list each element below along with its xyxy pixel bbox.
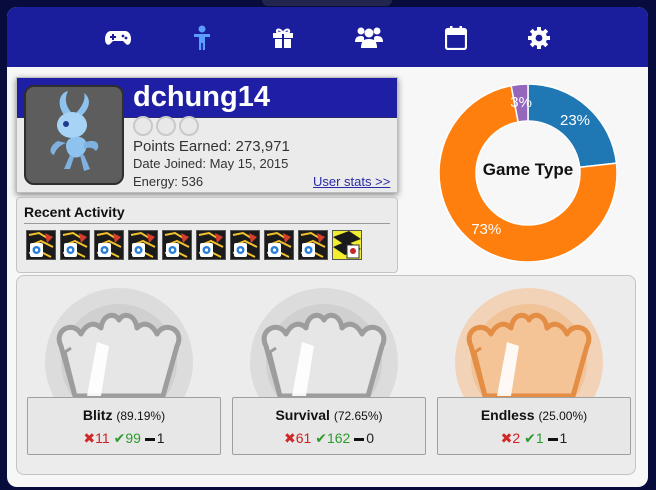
empty-badge-icon	[133, 116, 153, 136]
loss-count: 61	[295, 430, 312, 446]
win-icon: ✔	[113, 430, 126, 446]
badge-slots	[133, 116, 203, 138]
game-thumbnail-icon[interactable]	[26, 230, 56, 260]
draw-icon	[354, 437, 365, 441]
top-handle	[262, 0, 392, 6]
game-thumbnail-icon[interactable]	[162, 230, 192, 260]
mode-percent: (25.00%)	[538, 409, 588, 423]
draw-count: 1	[156, 430, 165, 446]
draw-count: 1	[559, 430, 568, 446]
mode-name: Survival	[275, 407, 330, 423]
recent-activity-title: Recent Activity	[24, 204, 125, 220]
game-modes-panel: Blitz (89.19%) ✖11 ✔99 1 Survival (72.65%)…	[16, 275, 636, 475]
person-icon[interactable]	[188, 24, 216, 52]
loss-count: 11	[95, 430, 110, 446]
profile-card: dchung14 Points Earned: 273,971 Date Joi…	[7, 7, 648, 487]
loss-icon: ✖	[500, 430, 513, 446]
chart-title: Game Type	[482, 160, 574, 179]
loss-icon: ✖	[83, 430, 96, 446]
mode-card-survival[interactable]: Survival (72.65%) ✖61 ✔162 0	[232, 397, 426, 455]
empty-badge-icon	[156, 116, 176, 136]
game-thumbnail-icon[interactable]	[196, 230, 226, 260]
slice-label-0: 23%	[560, 111, 591, 129]
mode-percent: (72.65%)	[333, 409, 383, 423]
game-thumbnail-icon[interactable]	[264, 230, 294, 260]
username: dchung14	[133, 81, 270, 113]
slice-label-1: 73%	[471, 221, 502, 239]
mode-stats: ✖2 ✔1 1	[438, 430, 630, 447]
game-thumbnail-icon[interactable]	[128, 230, 158, 260]
mode-stats: ✖11 ✔99 1	[28, 430, 220, 447]
top-navbar	[7, 7, 648, 67]
loss-count: 2	[512, 430, 521, 446]
slice-label-2: 3%	[510, 94, 532, 112]
date-joined: Date Joined: May 15, 2015	[133, 156, 289, 171]
game-thumbnail-alt-icon[interactable]	[332, 230, 362, 260]
mode-card-blitz[interactable]: Blitz (89.19%) ✖11 ✔99 1	[27, 397, 221, 455]
energy: Energy: 536	[133, 174, 204, 189]
gear-icon[interactable]	[525, 24, 553, 52]
group-icon[interactable]	[354, 24, 384, 52]
win-count: 99	[125, 430, 141, 446]
calendar-icon[interactable]	[442, 24, 470, 52]
mode-title: Survival (72.65%)	[233, 407, 425, 423]
divider	[24, 223, 390, 224]
mode-title: Blitz (89.19%)	[28, 407, 220, 423]
user-stats-link[interactable]: User stats >>	[313, 174, 390, 189]
game-thumbnail-icon[interactable]	[94, 230, 124, 260]
win-icon: ✔	[315, 430, 327, 446]
mode-percent: (89.19%)	[116, 409, 166, 423]
game-thumbnail-icon[interactable]	[230, 230, 260, 260]
win-icon: ✔	[524, 430, 536, 446]
loss-icon: ✖	[284, 430, 296, 446]
win-count: 162	[326, 430, 351, 446]
empty-badge-icon	[179, 116, 199, 136]
mode-stats: ✖61 ✔162 0	[233, 430, 425, 447]
mode-name: Blitz	[82, 407, 113, 423]
profile-panel: dchung14 Points Earned: 273,971 Date Joi…	[16, 77, 398, 193]
win-count: 1	[535, 430, 544, 446]
mode-name: Endless	[480, 407, 535, 423]
points-earned: Points Earned: 273,971	[133, 138, 290, 155]
gift-icon[interactable]	[269, 24, 297, 52]
mode-card-endless[interactable]: Endless (25.00%) ✖2 ✔1 1	[437, 397, 631, 455]
draw-icon	[144, 437, 155, 441]
game-thumbnail-icon[interactable]	[60, 230, 90, 260]
mode-title: Endless (25.00%)	[438, 407, 630, 423]
draw-icon	[547, 437, 558, 441]
gamepad-icon[interactable]	[104, 24, 132, 52]
recent-activity-panel: Recent Activity	[16, 197, 398, 273]
game-thumbnail-icon[interactable]	[298, 230, 328, 260]
draw-count: 0	[366, 430, 374, 446]
game-type-chart: Game Type 23% 73% 3%	[439, 84, 617, 262]
creature-avatar-icon	[24, 85, 124, 185]
